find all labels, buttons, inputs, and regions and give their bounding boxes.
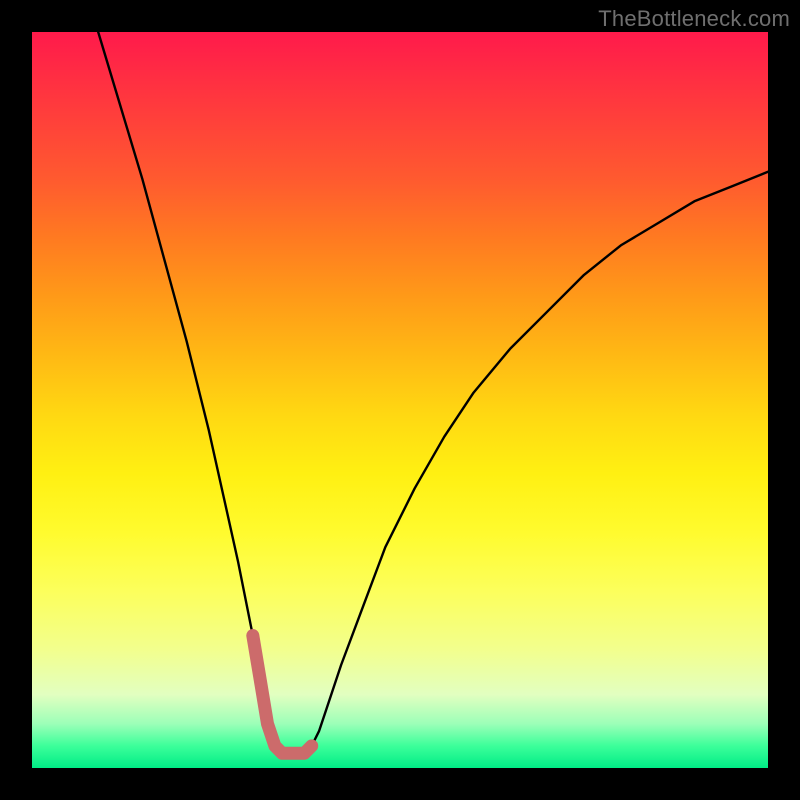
bottleneck-curve xyxy=(98,32,768,753)
curve-svg xyxy=(32,32,768,768)
chart-frame: TheBottleneck.com xyxy=(0,0,800,800)
watermark-text: TheBottleneck.com xyxy=(598,6,790,32)
plot-area xyxy=(32,32,768,768)
highlight-segment xyxy=(253,636,312,754)
